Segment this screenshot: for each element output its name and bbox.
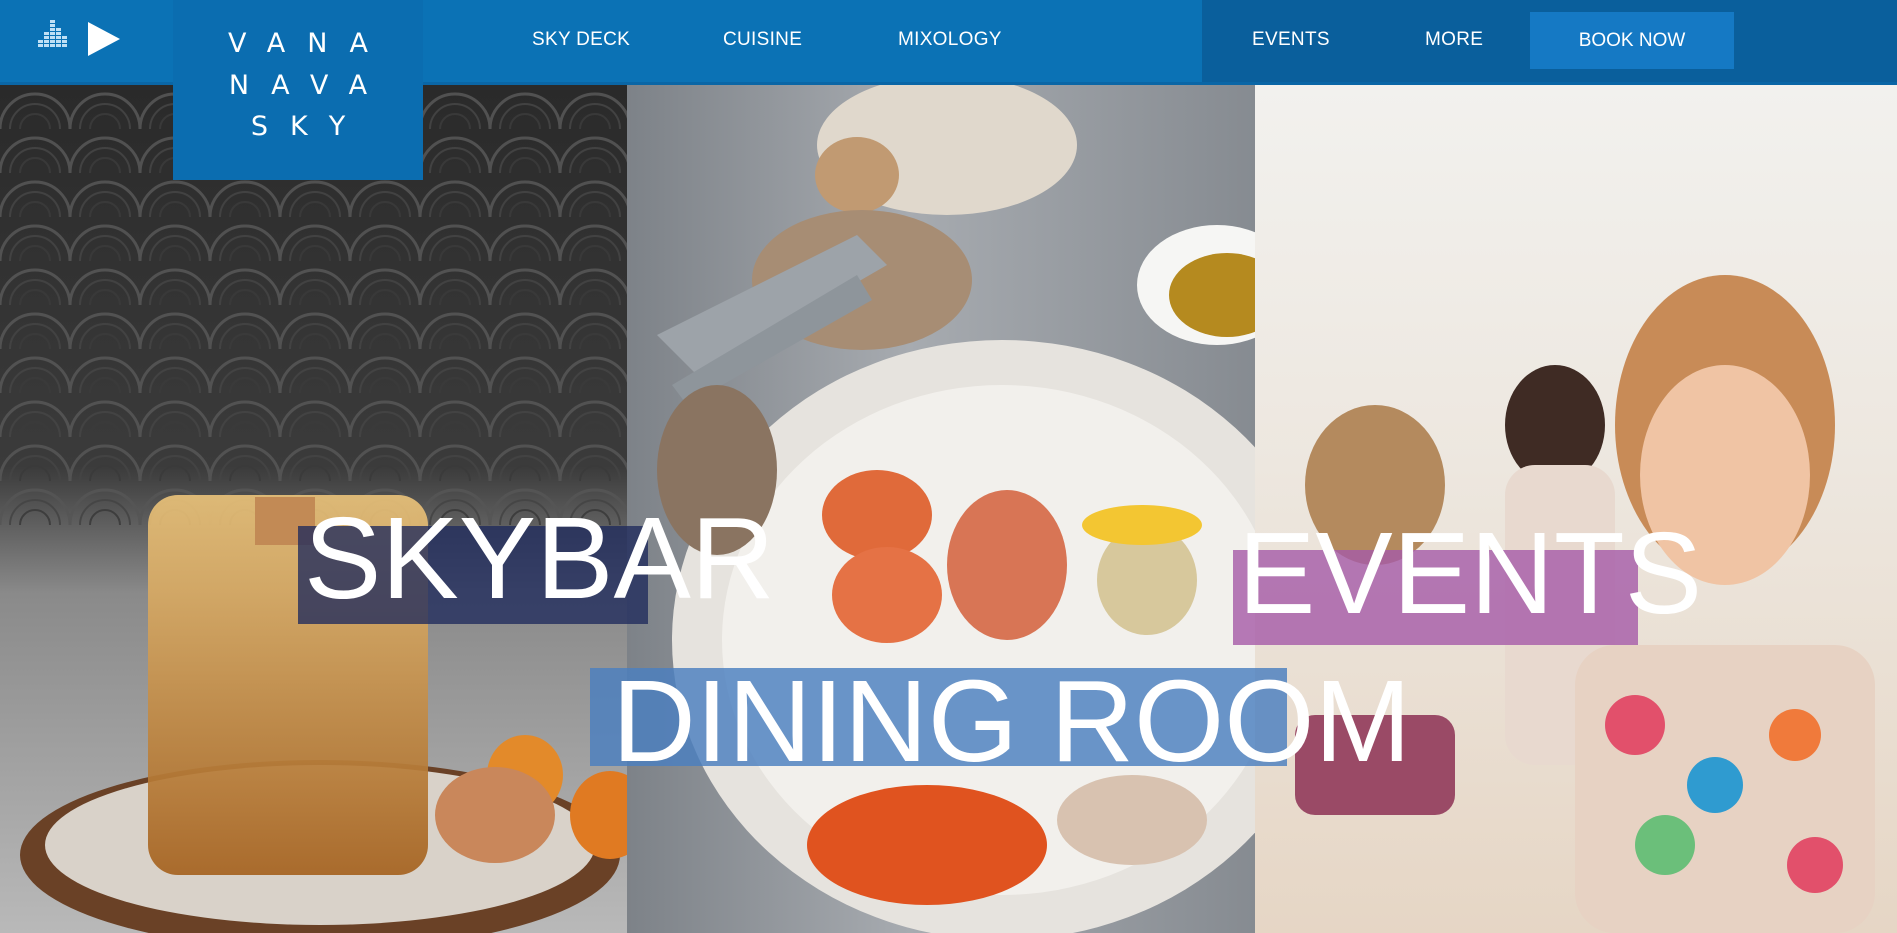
events-label[interactable]: EVENTS	[1238, 508, 1702, 638]
nav-cuisine[interactable]: CUISINE	[723, 28, 802, 52]
nav-events[interactable]: EVENTS	[1252, 28, 1330, 52]
book-now-button[interactable]: BOOK NOW	[1530, 12, 1734, 69]
skybar-label[interactable]: SKYBAR	[304, 493, 775, 623]
nav-more[interactable]: MORE	[1425, 28, 1483, 52]
equalizer-icon[interactable]	[38, 18, 68, 50]
brand-logo[interactable]: VANA NAVA SKY	[173, 0, 423, 180]
play-icon[interactable]	[86, 20, 122, 58]
nav-sky-deck[interactable]: SKY DECK	[532, 28, 630, 52]
logo-line-1: VANA	[228, 28, 390, 59]
logo-line-3: SKY	[250, 111, 368, 142]
nav-mixology[interactable]: MIXOLOGY	[898, 28, 1002, 52]
logo-line-2: NAVA	[228, 70, 390, 101]
dining-room-label[interactable]: DINING ROOM	[612, 656, 1411, 786]
